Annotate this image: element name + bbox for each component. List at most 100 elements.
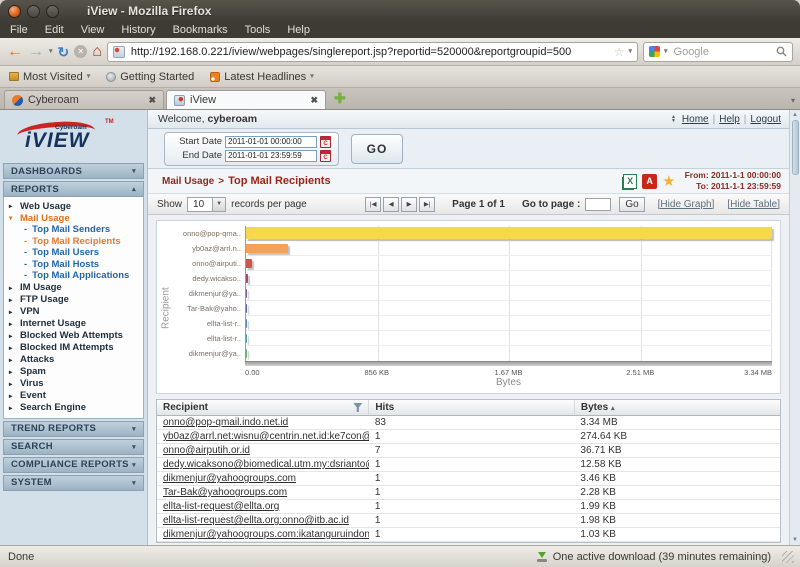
- window-minimize-button[interactable]: [27, 5, 40, 18]
- logout-link[interactable]: Logout: [750, 114, 781, 125]
- bookmark-getting-started[interactable]: Getting Started: [106, 71, 194, 83]
- menu-history[interactable]: History: [121, 24, 155, 36]
- export-pdf-icon[interactable]: A: [642, 174, 657, 189]
- sidebar-item-top-mail-applications[interactable]: -Top Mail Applications: [6, 270, 141, 282]
- tab-cyberoam[interactable]: Cyberoam ✖: [4, 90, 164, 109]
- sidebar-item-top-mail-recipients[interactable]: -Top Mail Recipients: [6, 236, 141, 248]
- sidebar-item-blocked-web-attempts[interactable]: ▸Blocked Web Attempts: [6, 330, 141, 342]
- go-button[interactable]: GO: [351, 134, 403, 164]
- chart-bar[interactable]: [246, 319, 247, 328]
- recipient-link[interactable]: dikmenjur@yahoogroups.com:ikatanguruindo…: [163, 529, 369, 540]
- home-icon[interactable]: ⌂: [92, 44, 102, 60]
- list-all-tabs-icon[interactable]: ▾: [791, 96, 795, 105]
- download-status[interactable]: One active download (39 minutes remainin…: [536, 551, 794, 563]
- recipient-link[interactable]: Tar-Bak@yahoogroups.com: [163, 487, 287, 498]
- end-date-input[interactable]: [225, 150, 317, 162]
- sidebar-item-virus[interactable]: ▸Virus: [6, 378, 141, 390]
- first-page-button[interactable]: |◀: [365, 197, 381, 212]
- column-header-bytes[interactable]: Bytes▴: [574, 400, 780, 416]
- sidebar-item-attacks[interactable]: ▸Attacks: [6, 354, 141, 366]
- bookmark-most-visited[interactable]: Most Visited ▾: [9, 71, 90, 83]
- search-icon[interactable]: [776, 46, 787, 57]
- sidebar-item-internet-usage[interactable]: ▸Internet Usage: [6, 318, 141, 330]
- sidebar-item-top-mail-users[interactable]: -Top Mail Users: [6, 247, 141, 259]
- sidebar-item-web-usage[interactable]: ▸Web Usage: [6, 200, 141, 212]
- url-dropdown-icon[interactable]: ▾: [628, 48, 632, 55]
- sidebar-section-dashboards[interactable]: DASHBOARDS ▾: [3, 163, 144, 179]
- scroll-down-icon[interactable]: ▼: [792, 535, 798, 545]
- tab-iview[interactable]: iView ✖: [166, 90, 326, 109]
- recipient-link[interactable]: onno@pop-qmail.indo.net.id: [163, 417, 288, 428]
- back-icon[interactable]: ←: [7, 44, 23, 60]
- collapse-header-icon[interactable]: ▲▼: [671, 115, 676, 123]
- prev-page-button[interactable]: ◀: [383, 197, 399, 212]
- url-bar[interactable]: ☆ ▾: [107, 42, 638, 62]
- favorite-star-icon[interactable]: ★: [662, 174, 675, 189]
- sidebar-item-top-mail-senders[interactable]: -Top Mail Senders: [6, 224, 141, 236]
- help-link[interactable]: Help: [719, 114, 740, 125]
- next-page-button[interactable]: ▶: [401, 197, 417, 212]
- new-tab-button[interactable]: ✚: [328, 90, 352, 109]
- stop-icon[interactable]: ✕: [74, 45, 87, 58]
- column-header-recipient[interactable]: Recipient: [157, 400, 369, 416]
- chart-bar[interactable]: [246, 259, 252, 268]
- search-engine-dropdown-icon[interactable]: ▾: [664, 48, 668, 55]
- chart-bar[interactable]: [246, 227, 772, 239]
- filter-icon[interactable]: [353, 403, 362, 412]
- hide-graph-link[interactable]: [Hide Graph]: [658, 199, 715, 210]
- sidebar-item-search-engine[interactable]: ▸Search Engine: [6, 402, 141, 414]
- chart-bar[interactable]: [246, 334, 247, 343]
- sidebar-item-spam[interactable]: ▸Spam: [6, 366, 141, 378]
- home-link[interactable]: Home: [682, 114, 709, 125]
- export-excel-icon[interactable]: X: [623, 174, 637, 189]
- sidebar-item-ftp-usage[interactable]: ▸FTP Usage: [6, 294, 141, 306]
- menu-file[interactable]: File: [10, 24, 28, 36]
- search-input[interactable]: [672, 45, 772, 59]
- sidebar-item-vpn[interactable]: ▸VPN: [6, 306, 141, 318]
- column-header-hits[interactable]: Hits: [369, 400, 575, 416]
- scrollbar-thumb[interactable]: [792, 120, 799, 175]
- goto-page-input[interactable]: [585, 198, 611, 211]
- hide-table-link[interactable]: [Hide Table]: [727, 199, 780, 210]
- sidebar-section-compliance-reports[interactable]: COMPLIANCE REPORTS ▾: [3, 457, 144, 473]
- menu-help[interactable]: Help: [287, 24, 310, 36]
- calendar-icon[interactable]: C: [320, 136, 331, 148]
- start-date-input[interactable]: [225, 136, 317, 148]
- recipient-link[interactable]: yb0az@arrl.net:wisnu@centrin.net.id:ke7c…: [163, 431, 369, 442]
- menu-edit[interactable]: Edit: [45, 24, 64, 36]
- recipient-link[interactable]: dikmenjur@yahoogroups.com: [163, 473, 296, 484]
- chart-bar[interactable]: [246, 289, 247, 298]
- sidebar-item-event[interactable]: ▸Event: [6, 390, 141, 402]
- chart-bar[interactable]: [246, 244, 288, 253]
- sidebar-section-search[interactable]: SEARCH ▾: [3, 439, 144, 455]
- url-input[interactable]: [129, 45, 610, 59]
- chart-bar[interactable]: [246, 304, 247, 313]
- page-scrollbar[interactable]: ▲ ▼: [789, 110, 800, 545]
- sidebar-section-trend-reports[interactable]: TREND REPORTS ▾: [3, 421, 144, 437]
- bookmark-star-icon[interactable]: ☆: [614, 45, 625, 59]
- sidebar-section-system[interactable]: SYSTEM ▾: [3, 475, 144, 491]
- sidebar-item-top-mail-hosts[interactable]: -Top Mail Hosts: [6, 259, 141, 271]
- forward-icon[interactable]: →: [28, 44, 44, 60]
- recipient-link[interactable]: dedy.wicaksono@biomedical.utm.my:dsriant…: [163, 459, 369, 470]
- search-bar[interactable]: ▾: [643, 42, 793, 62]
- resize-grip[interactable]: [782, 551, 794, 563]
- recipient-link[interactable]: ellta-list-request@ellta.org:onno@itb.ac…: [163, 515, 349, 526]
- menu-tools[interactable]: Tools: [245, 24, 271, 36]
- calendar-icon[interactable]: C: [320, 150, 331, 162]
- goto-page-button[interactable]: Go: [619, 197, 644, 212]
- sidebar-item-im-usage[interactable]: ▸IM Usage: [6, 282, 141, 294]
- window-close-button[interactable]: [8, 5, 21, 18]
- close-icon[interactable]: ✖: [148, 95, 156, 106]
- close-icon[interactable]: ✖: [310, 95, 318, 106]
- sidebar-item-blocked-im-attempts[interactable]: ▸Blocked IM Attempts: [6, 342, 141, 354]
- records-per-page-select[interactable]: 10 ▼: [187, 197, 226, 212]
- bookmark-latest-headlines[interactable]: Latest Headlines ▾: [210, 71, 313, 83]
- menu-bookmarks[interactable]: Bookmarks: [173, 24, 228, 36]
- reload-icon[interactable]: ↻: [58, 45, 70, 59]
- recipient-link[interactable]: onno@airputih.or.id: [163, 445, 250, 456]
- chart-bar[interactable]: [246, 274, 248, 283]
- sidebar-item-mail-usage[interactable]: ▾Mail Usage: [6, 212, 141, 224]
- scroll-up-icon[interactable]: ▲: [792, 110, 798, 120]
- last-page-button[interactable]: ▶|: [419, 197, 435, 212]
